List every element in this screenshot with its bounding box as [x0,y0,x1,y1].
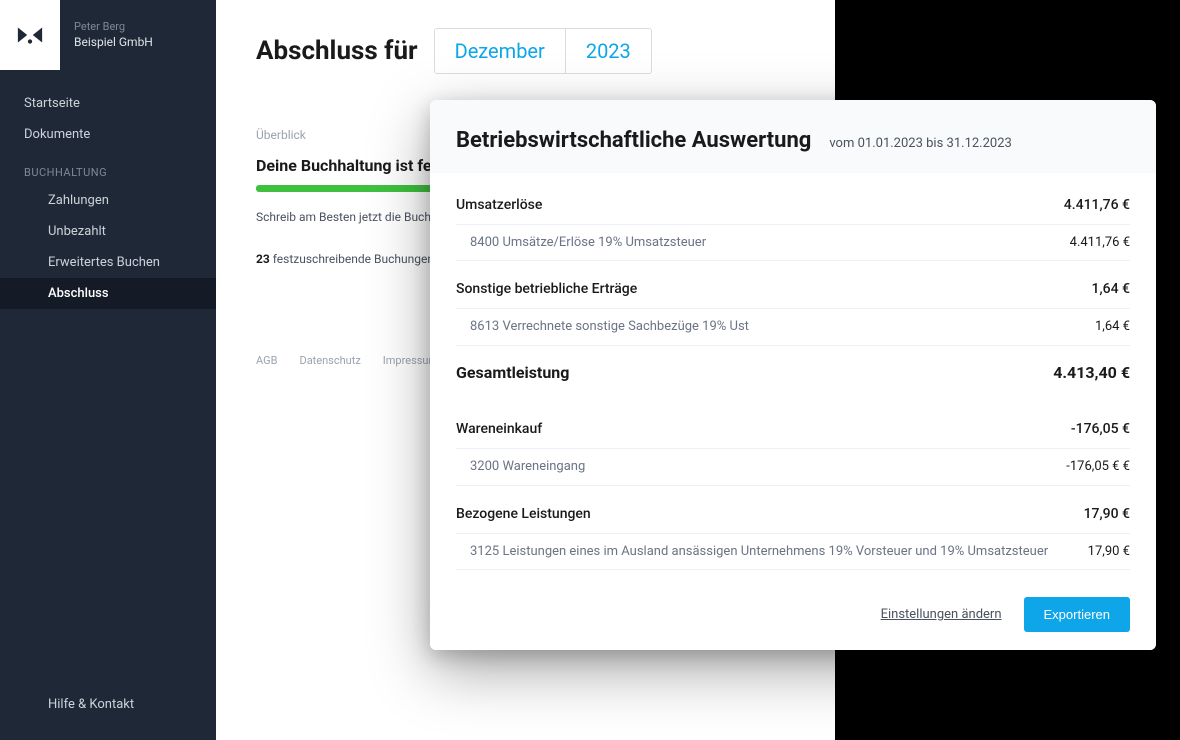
sidebar-footer: Hilfe & Kontakt [0,687,216,740]
nav-section-buchhaltung: BUCHHALTUNG [0,150,216,185]
divider [456,533,1130,534]
sidebar: Peter Berg Beispiel GmbH Startseite Doku… [0,0,216,740]
count-text: festzuschreibende Buchungen [273,252,434,266]
year-select[interactable]: 2023 [565,29,651,73]
period-selector: Dezember 2023 [434,28,652,74]
bowtie-icon [16,25,44,45]
divider [456,260,1130,261]
modal-title: Betriebswirtschaftliche Auswertung [456,128,811,153]
row-bezogene-leistungen: Bezogene Leistungen 17,90 € [456,500,1130,529]
settings-link[interactable]: Einstellungen ändern [881,607,1002,622]
divider [456,448,1130,449]
row-umsatzerloese: Umsatzerlöse 4.411,76 € [456,191,1130,220]
nav-dokumente[interactable]: Dokumente [0,119,216,150]
row-3200: 3200 Wareneingang -176,05 € € [456,453,1130,481]
modal-body[interactable]: Umsatzerlöse 4.411,76 € 8400 Umsätze/Erl… [430,173,1156,583]
divider [456,224,1130,225]
row-wareneinkauf: Wareneinkauf -176,05 € [456,415,1130,444]
nav-zahlungen[interactable]: Zahlungen [0,185,216,216]
row-gesamtleistung: Gesamtleistung 4.413,40 € [456,350,1130,390]
help-contact-link[interactable]: Hilfe & Kontakt [0,687,216,722]
page-title: Abschluss für [256,36,418,66]
divider [456,308,1130,309]
nav-startseite[interactable]: Startseite [0,88,216,119]
divider [456,569,1130,570]
export-button[interactable]: Exportieren [1024,597,1130,632]
main-nav: Startseite Dokumente BUCHHALTUNG Zahlung… [0,88,216,309]
divider [456,345,1130,346]
nav-unbezahlt[interactable]: Unbezahlt [0,216,216,247]
user-name: Peter Berg [74,19,153,34]
row-sonstige-ertraege: Sonstige betriebliche Erträge 1,64 € [456,275,1130,304]
page-title-row: Abschluss für Dezember 2023 [256,28,795,74]
modal-footer: Einstellungen ändern Exportieren [430,583,1156,650]
row-3125: 3125 Leistungen eines im Ausland ansässi… [456,538,1130,566]
row-summe-waren: Summe aus Waren, Material, Leistungen -1… [456,574,1130,583]
modal-header: Betriebswirtschaftliche Auswertung vom 0… [430,100,1156,173]
user-info[interactable]: Peter Berg Beispiel GmbH [60,19,153,51]
count-number: 23 [256,252,270,266]
user-company: Beispiel GmbH [74,34,153,51]
nav-erweitertes-buchen[interactable]: Erweitertes Buchen [0,247,216,278]
agb-link[interactable]: AGB [256,354,277,367]
nav-abschluss[interactable]: Abschluss [0,278,216,309]
logo[interactable] [0,0,60,70]
row-8613: 8613 Verrechnete sonstige Sachbezüge 19%… [456,313,1130,341]
sidebar-header: Peter Berg Beispiel GmbH [0,0,216,70]
bwa-modal: Betriebswirtschaftliche Auswertung vom 0… [430,100,1156,650]
datenschutz-link[interactable]: Datenschutz [299,354,360,367]
divider [456,485,1130,486]
modal-date-range: vom 01.01.2023 bis 31.12.2023 [829,136,1011,151]
month-select[interactable]: Dezember [435,29,565,73]
row-8400: 8400 Umsätze/Erlöse 19% Umsatzsteuer 4.4… [456,229,1130,257]
